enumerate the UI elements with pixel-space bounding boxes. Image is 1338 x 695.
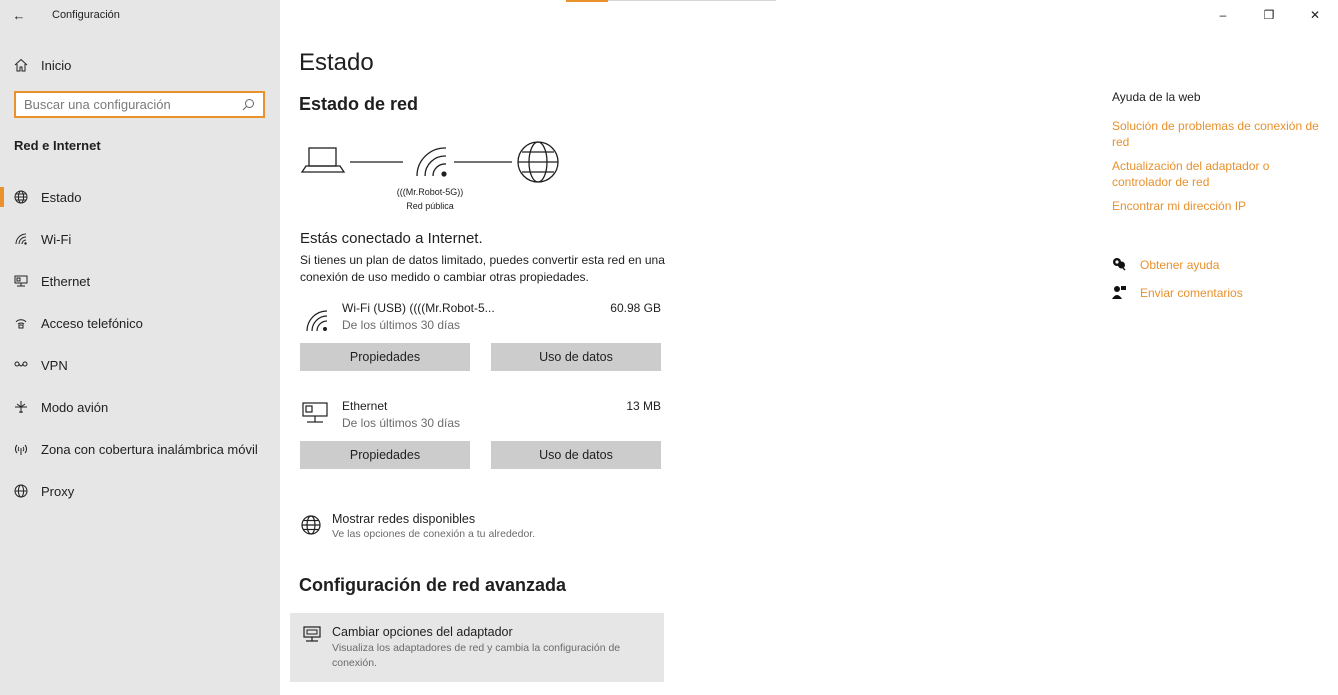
ethernet-data-usage-button[interactable]: Uso de datos (491, 441, 661, 469)
feedback-icon (1112, 285, 1140, 302)
show-networks-title: Mostrar redes disponibles (332, 512, 476, 526)
minimize-icon: – (1219, 8, 1227, 22)
sidebar-item-vpn[interactable]: VPN (0, 344, 280, 386)
send-feedback-link[interactable]: Enviar comentarios (1112, 284, 1322, 302)
adapter-period: De los últimos 30 días (342, 318, 461, 332)
internet-globe-icon (517, 141, 559, 183)
get-help-link[interactable]: Obtener ayuda (1112, 256, 1322, 274)
update-driver-link[interactable]: Actualización del adaptador o controlado… (1112, 158, 1322, 190)
back-arrow-icon: ← (12, 7, 26, 23)
network-diagram: (((Mr.Robot-5G)) Red pública (300, 140, 570, 215)
ethernet-adapter-icon (300, 399, 332, 431)
globe-icon (0, 484, 41, 498)
network-name: (((Mr.Robot-5G)) (396, 187, 464, 197)
hotspot-icon (0, 442, 41, 456)
window-controls: – ❐ ✕ (1200, 0, 1338, 30)
adapter-name: Wi-Fi (USB) ((((Mr.Robot-5... (342, 301, 495, 315)
chat-help-icon (1112, 257, 1140, 274)
sidebar-item-wifi[interactable]: Wi-Fi (0, 218, 280, 260)
web-help-title: Ayuda de la web (1112, 90, 1201, 104)
adapter-period: De los últimos 30 días (342, 416, 461, 430)
sidebar-item-label: Estado (41, 189, 82, 205)
help-panel: Ayuda de la web Solución de problemas de… (1112, 90, 1322, 302)
sidebar-item-label: Proxy (41, 483, 75, 499)
top-divider (608, 0, 776, 1)
adapter-options-desc: Visualiza los adaptadores de red y cambi… (332, 642, 621, 669)
sidebar-item-home[interactable]: Inicio (0, 50, 280, 80)
adapter-wifi: Wi-Fi (USB) ((((Mr.Robot-5... De los últ… (300, 301, 661, 337)
sidebar-nav: Estado Wi-Fi Ethernet Acceso telefónico … (0, 176, 280, 512)
close-icon: ✕ (1309, 8, 1321, 22)
restore-icon: ❐ (1263, 8, 1275, 22)
wifi-adapter-icon (300, 301, 332, 333)
connection-description: Si tienes un plan de datos limitado, pue… (300, 253, 665, 284)
wifi-diagram-icon (416, 147, 447, 177)
airplane-icon (0, 400, 41, 414)
adapter-usage: 13 MB (626, 399, 661, 413)
back-button[interactable]: ← (0, 0, 38, 30)
globe-status-icon (0, 190, 41, 204)
sidebar-item-ethernet[interactable]: Ethernet (0, 260, 280, 302)
sidebar-item-airplane[interactable]: Modo avión (0, 386, 280, 428)
search-input[interactable] (24, 97, 224, 112)
find-ip-link[interactable]: Encontrar mi dirección IP (1112, 198, 1322, 214)
sidebar-item-label: Zona con cobertura inalámbrica móvil (41, 441, 258, 457)
globe-network-icon (300, 512, 332, 541)
wifi-properties-button[interactable]: Propiedades (300, 343, 470, 371)
network-type: Red pública (406, 201, 454, 211)
dialup-icon (0, 316, 41, 330)
minimize-button[interactable]: – (1200, 0, 1246, 30)
page-title: Estado (299, 49, 374, 76)
laptop-icon (300, 147, 346, 173)
network-status-heading: Estado de red (299, 94, 419, 114)
connection-status: Estás conectado a Internet. (300, 230, 483, 247)
close-button[interactable]: ✕ (1292, 0, 1338, 30)
search-icon[interactable] (242, 98, 255, 116)
home-icon (0, 58, 41, 72)
search-box[interactable] (14, 91, 265, 118)
change-adapter-options[interactable]: Cambiar opciones del adaptador Visualiza… (290, 613, 664, 682)
show-networks-desc: Ve las opciones de conexión a tu alreded… (332, 528, 536, 540)
troubleshoot-link[interactable]: Solución de problemas de conexión de red (1112, 118, 1322, 150)
sidebar-item-label: VPN (41, 357, 68, 373)
app-title: Configuración (52, 9, 120, 21)
vpn-icon (0, 358, 41, 372)
adapter-ethernet: Ethernet De los últimos 30 días 13 MB (300, 399, 661, 435)
adapter-name: Ethernet (342, 399, 388, 413)
sidebar-item-label: Modo avión (41, 399, 109, 415)
ethernet-icon (0, 274, 41, 288)
section-title: Red e Internet (14, 138, 101, 153)
advanced-heading: Configuración de red avanzada (299, 575, 567, 595)
sidebar-item-label: Ethernet (41, 273, 91, 289)
sidebar-item-label: Wi-Fi (41, 231, 72, 247)
sidebar-item-hotspot[interactable]: Zona con cobertura inalámbrica móvil (0, 428, 280, 470)
ethernet-properties-button[interactable]: Propiedades (300, 441, 470, 469)
top-focus-indicator (566, 0, 608, 2)
main-content: Estado Estado de red (((Mr.Robot-5G)) Re… (280, 0, 1080, 695)
maximize-button[interactable]: ❐ (1246, 0, 1292, 30)
title-bar: ← Configuración (0, 0, 280, 30)
sidebar-item-label: Acceso telefónico (41, 315, 143, 331)
get-help-label: Obtener ayuda (1140, 258, 1220, 272)
home-label: Inicio (41, 57, 72, 73)
show-networks-link[interactable]: Mostrar redes disponibles Ve las opcione… (300, 512, 535, 541)
sidebar: ← Configuración Inicio Red e Internet Es… (0, 0, 280, 695)
send-feedback-label: Enviar comentarios (1140, 286, 1243, 300)
sidebar-item-proxy[interactable]: Proxy (0, 470, 280, 512)
network-adapter-icon (302, 625, 332, 682)
sidebar-item-estado[interactable]: Estado (0, 176, 280, 218)
wifi-icon (0, 232, 41, 246)
sidebar-item-dialup[interactable]: Acceso telefónico (0, 302, 280, 344)
adapter-options-title: Cambiar opciones del adaptador (332, 625, 513, 639)
wifi-data-usage-button[interactable]: Uso de datos (491, 343, 661, 371)
adapter-usage: 60.98 GB (610, 301, 661, 315)
